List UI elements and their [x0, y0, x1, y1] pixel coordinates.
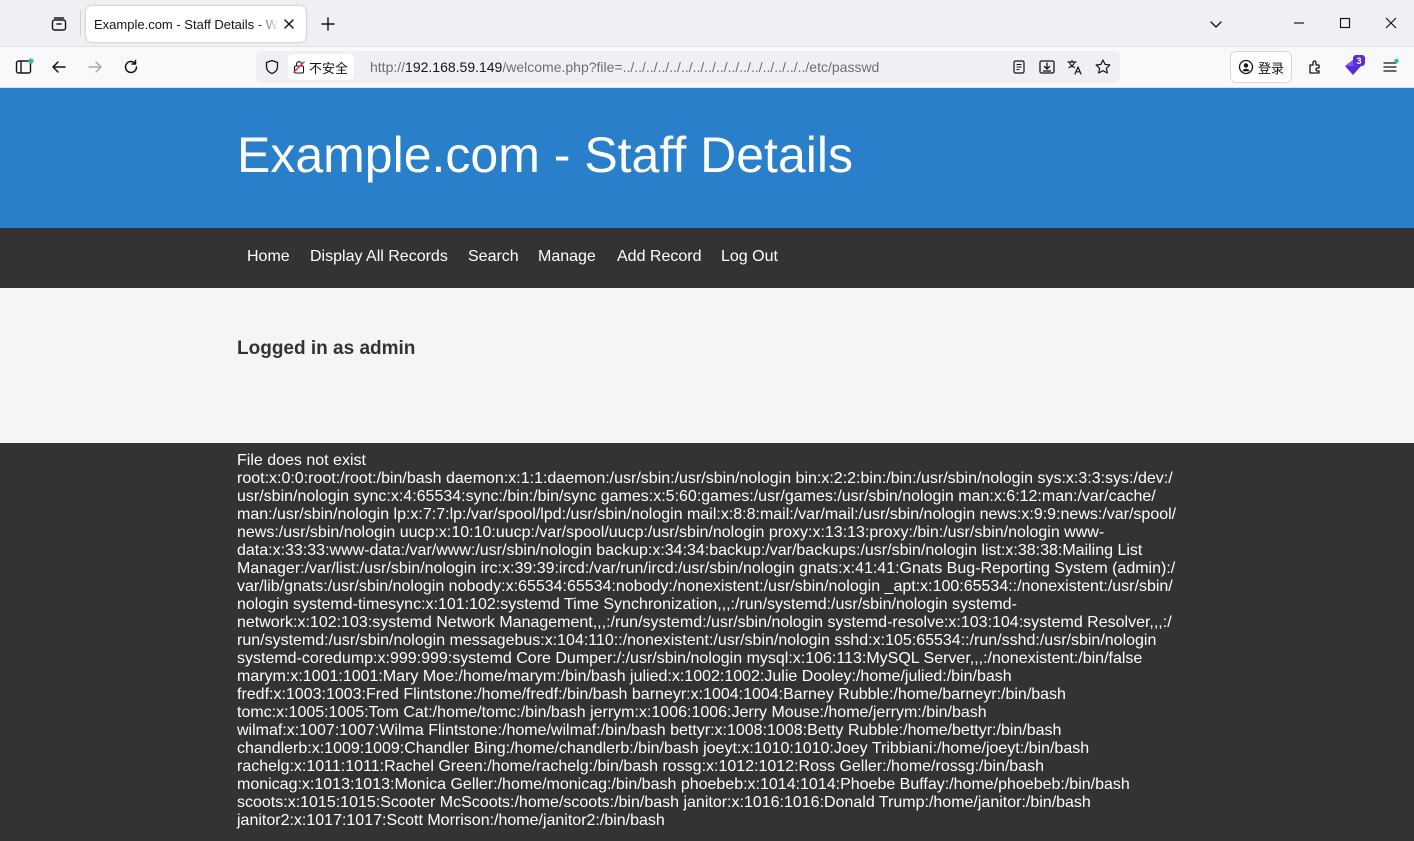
site-header: Example.com - Staff Details: [0, 88, 1414, 228]
minimize-icon[interactable]: [1276, 8, 1322, 38]
passwd-line: run/systemd:/usr/sbin/nologin messagebus…: [237, 632, 1157, 649]
sidebar-icon[interactable]: [10, 53, 38, 81]
account-login-button[interactable]: 登录: [1230, 51, 1292, 83]
passwd-line: var/lib/gnats:/usr/sbin/nologin nobody:x…: [237, 578, 1173, 595]
passwd-line: man:/usr/sbin/nologin lp:x:7:7:lp:/var/s…: [237, 506, 1177, 523]
shield-icon[interactable]: [262, 57, 282, 77]
plus-icon[interactable]: [316, 12, 340, 36]
reader-view-icon[interactable]: [1008, 56, 1030, 78]
passwd-line: nologin systemd-timesync:x:101:102:syste…: [237, 596, 1017, 613]
passwd-line: tomc:x:1005:1005:Tom Cat:/home/tomc:/bin…: [237, 704, 987, 721]
site-title: Example.com - Staff Details: [237, 127, 853, 183]
passwd-line: marym:x:1001:1001:Mary Moe:/home/marym:/…: [237, 668, 1012, 685]
nav-home-link[interactable]: Home: [247, 248, 290, 266]
passwd-line: janitor2:x:1017:1017:Scott Morrison:/hom…: [237, 812, 665, 829]
site-security-indicator[interactable]: 不安全: [288, 54, 355, 80]
security-label: 不安全: [309, 60, 349, 76]
forward-arrow-icon[interactable]: [81, 53, 109, 81]
url-scheme: http://: [370, 59, 406, 75]
passwd-line: systemd-coredump:x:999:999:systemd Core …: [237, 650, 1143, 667]
url-bar[interactable]: 不安全 http://192.168.59.149/welcome.php?fi…: [256, 51, 1120, 83]
reload-icon[interactable]: [117, 53, 145, 81]
content-box: Logged in as admin: [0, 288, 1414, 443]
passwd-line: data:x:33:33:www-data:/var/www:/usr/sbin…: [237, 542, 1143, 559]
extensions-icon[interactable]: [1301, 53, 1329, 81]
window-close-icon[interactable]: [1368, 8, 1414, 38]
url-path: /welcome.php?file=../../../../../../../.…: [502, 59, 880, 75]
browser-navigation-bar: 不安全 http://192.168.59.149/welcome.php?fi…: [0, 47, 1414, 88]
tab-list-icon[interactable]: [44, 9, 74, 39]
nav-display-all-records-link[interactable]: Display All Records: [310, 248, 448, 266]
nav-manage-link[interactable]: Manage: [538, 248, 596, 266]
tab-active[interactable]: Example.com - Staff Details - Welcome: [86, 6, 306, 42]
chevron-down-icon[interactable]: [1204, 12, 1228, 36]
nav-add-record-link[interactable]: Add Record: [617, 248, 702, 266]
passwd-content: root:x:0:0:root:/root:/bin/bash daemon:x…: [237, 470, 1182, 830]
nav-log-out-link[interactable]: Log Out: [721, 248, 778, 266]
passwd-line: monicag:x:1013:1013:Monica Geller:/home/…: [237, 776, 1130, 793]
save-page-icon[interactable]: [1036, 56, 1058, 78]
extension-badge-count: 3: [1356, 56, 1361, 66]
passwd-line: Manager:/var/list:/usr/sbin/nologin irc:…: [237, 560, 1176, 577]
menu-icon[interactable]: [1376, 53, 1404, 81]
login-label: 登录: [1257, 60, 1284, 76]
logged-in-text: Logged in as admin: [237, 338, 416, 359]
translate-icon[interactable]: [1064, 56, 1086, 78]
file-status-message: File does not exist: [237, 452, 366, 469]
passwd-line: fredf:x:1003:1003:Fred Flintstone:/home/…: [237, 686, 1066, 703]
url-host: 192.168.59.149: [405, 59, 503, 75]
bookmark-star-icon[interactable]: [1092, 56, 1114, 78]
extension-badge-icon[interactable]: 3: [1339, 53, 1367, 81]
file-output: File does not exist root:x:0:0:root:/roo…: [237, 452, 1182, 830]
passwd-line: root:x:0:0:root:/root:/bin/bash daemon:x…: [237, 470, 1173, 487]
site-nav: Home Display All Records Search Manage A…: [0, 228, 1414, 288]
passwd-line: rachelg:x:1011:1011:Rachel Green:/home/r…: [237, 758, 1044, 775]
close-icon[interactable]: [280, 15, 298, 33]
back-arrow-icon[interactable]: [45, 53, 73, 81]
maximize-icon[interactable]: [1322, 8, 1368, 38]
url-text[interactable]: http://192.168.59.149/welcome.php?file=.…: [370, 59, 879, 75]
account-icon: [1238, 59, 1254, 75]
insecure-lock-icon: [292, 60, 306, 74]
browser-tab-bar: Example.com - Staff Details - Welcome: [0, 0, 1414, 47]
passwd-line: network:x:102:103:systemd Network Manage…: [237, 614, 1172, 631]
tab-separator: [80, 10, 81, 36]
passwd-line: chandlerb:x:1009:1009:Chandler Bing:/hom…: [237, 740, 1090, 757]
passwd-line: news:/usr/sbin/nologin uucp:x:10:10:uucp…: [237, 524, 1105, 541]
passwd-line: usr/sbin/nologin sync:x:4:65534:sync:/bi…: [237, 488, 1156, 505]
passwd-line: scoots:x:1015:1015:Scooter McScoots:/hom…: [237, 794, 1091, 811]
tab-title: Example.com - Staff Details - Welcome: [94, 16, 279, 32]
passwd-line: wilmaf:x:1007:1007:Wilma Flintstone:/hom…: [237, 722, 1062, 739]
nav-search-link[interactable]: Search: [468, 248, 519, 266]
